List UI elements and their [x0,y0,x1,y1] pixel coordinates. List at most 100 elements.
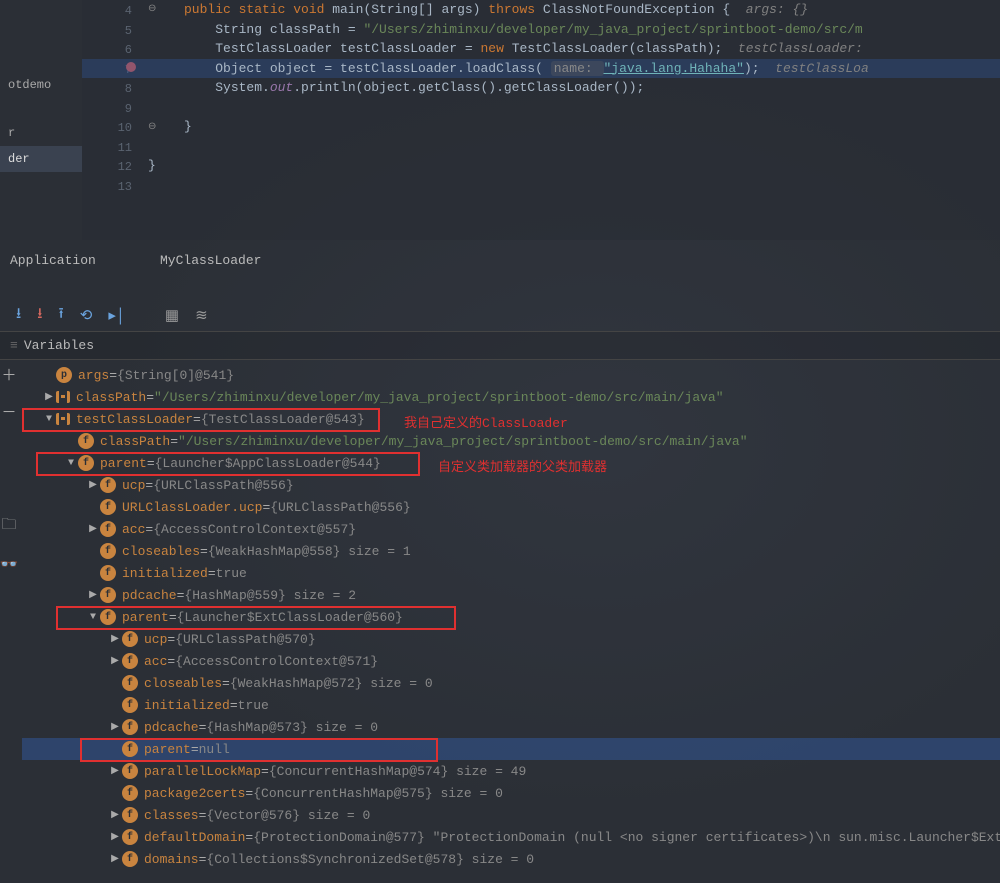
variable-value: {Launcher$ExtClassLoader@560} [177,610,403,625]
variable-row[interactable]: ▶classPath = "/Users/zhiminxu/developer/… [22,386,1000,408]
variable-name: classes [144,808,199,823]
chevron-right-icon[interactable]: ▶ [108,809,122,821]
calculator-icon[interactable]: ▦ [165,306,179,325]
tab-myclassloader[interactable]: MyClassLoader [160,253,261,268]
field-icon: f [122,675,138,691]
variable-value: {ConcurrentHashMap@575} size = 0 [253,786,503,801]
variable-name: acc [144,654,167,669]
param-icon: p [56,367,72,383]
variable-value: {URLClassPath@556} [153,478,293,493]
variable-name: classPath [100,434,170,449]
chevron-right-icon[interactable]: ▶ [108,831,122,843]
chevron-down-icon[interactable]: ▼ [64,458,78,469]
field-icon: f [100,521,116,537]
variable-row[interactable]: ▶fdefaultDomain = {ProtectionDomain@577}… [22,826,1000,848]
chevron-right-icon[interactable]: ▶ [108,853,122,865]
sidebar-item-selected[interactable]: der [0,146,82,172]
chevron-right-icon[interactable]: ▶ [108,765,122,777]
variable-value: {AccessControlContext@557} [153,522,356,537]
code-editor[interactable]: 4567 891011 1213 ⊖ ⊖ public static void … [82,0,1000,240]
variable-value: "/Users/zhiminxu/developer/my_java_proje… [154,390,724,405]
variable-row[interactable]: ▶fcloseables = {WeakHashMap@558} size = … [22,540,1000,562]
plus-icon[interactable]: ＋ [1,364,16,385]
marker-icon[interactable]: 🗀 [1,514,16,539]
fold-icon[interactable]: ⊖ [148,3,156,15]
variable-name: initialized [122,566,208,581]
variable-name: pdcache [122,588,177,603]
variable-name: closeables [144,676,222,691]
variable-row[interactable]: ▶fparallelLockMap = {ConcurrentHashMap@5… [22,760,1000,782]
field-icon: f [122,785,138,801]
reload-icon[interactable]: ⟲ [80,306,93,325]
variable-name: parallelLockMap [144,764,261,779]
variable-row[interactable]: ▶fURLClassLoader.ucp = {URLClassPath@556… [22,496,1000,518]
upload-icon[interactable]: ⭱ [59,303,64,328]
chevron-right-icon[interactable]: ▶ [86,479,100,491]
variable-name: acc [122,522,145,537]
variable-value: "/Users/zhiminxu/developer/my_java_proje… [178,434,748,449]
variable-name: domains [144,852,199,867]
variable-value: null [199,742,230,757]
variable-name: closeables [122,544,200,559]
variable-row[interactable]: ▼fparent = {Launcher$ExtClassLoader@560} [22,606,1000,628]
left-icon-bar: ＋ － 🗀 👓 [0,364,20,574]
chevron-down-icon[interactable]: ▼ [86,612,100,623]
download-icon[interactable]: ⭳ [16,303,21,328]
variable-value: {WeakHashMap@558} size = 1 [208,544,411,559]
variables-icon: ≡ [10,338,18,353]
variable-value: {URLClassPath@570} [175,632,315,647]
sidebar-item[interactable]: otdemo [0,72,82,98]
variable-row[interactable]: ▶fpackage2certs = {ConcurrentHashMap@575… [22,782,1000,804]
variable-name: classPath [76,390,146,405]
variable-row[interactable]: ▶facc = {AccessControlContext@557} [22,518,1000,540]
chevron-right-icon[interactable]: ▶ [108,633,122,645]
variable-row[interactable]: ▶fcloseables = {WeakHashMap@572} size = … [22,672,1000,694]
chevron-right-icon[interactable]: ▶ [86,589,100,601]
variable-row[interactable]: ▶facc = {AccessControlContext@571} [22,650,1000,672]
variable-value: {HashMap@573} size = 0 [206,720,378,735]
minus-icon[interactable]: － [1,401,16,422]
field-icon: f [122,719,138,735]
field-icon: f [122,653,138,669]
chevron-right-icon[interactable]: ▶ [108,721,122,733]
variable-row[interactable]: ▶pargs = {String[0]@541} [22,364,1000,386]
field-icon: f [100,609,116,625]
fold-icon[interactable]: ⊖ [148,121,156,133]
variable-row[interactable]: ▶fparent = null [22,738,1000,760]
tab-application[interactable]: Application [10,253,160,268]
variable-value: {AccessControlContext@571} [175,654,378,669]
variable-row[interactable]: ▶fpdcache = {HashMap@559} size = 2 [22,584,1000,606]
step-cursor-icon[interactable]: ▸│ [108,306,125,325]
variable-value: true [216,566,247,581]
chevron-right-icon[interactable]: ▶ [108,655,122,667]
variable-value: {ProtectionDomain@577} "ProtectionDomain… [253,830,1000,845]
code-lines[interactable]: public static void main(String[] args) t… [184,0,1000,176]
variable-row[interactable]: ▶fucp = {URLClassPath@570} [22,628,1000,650]
chevron-right-icon[interactable]: ▶ [42,391,56,403]
variable-value: {URLClassPath@556} [270,500,410,515]
field-icon: f [100,587,116,603]
variable-row[interactable]: ▶fclassPath = "/Users/zhiminxu/developer… [22,430,1000,452]
settings-icon[interactable]: ≋ [195,306,208,325]
variable-value: {HashMap@559} size = 2 [184,588,356,603]
variable-row[interactable]: ▶finitialized = true [22,694,1000,716]
variable-value: {Launcher$AppClassLoader@544} [155,456,381,471]
field-icon: f [122,807,138,823]
annotation-label: 自定义类加载器的父类加载器 [438,456,607,475]
variable-row[interactable]: ▶fclasses = {Vector@576} size = 0 [22,804,1000,826]
variable-row[interactable]: ▶fucp = {URLClassPath@556} [22,474,1000,496]
download-red-icon[interactable]: ⭳ [37,303,42,328]
variable-name: ucp [122,478,145,493]
variables-tree[interactable]: ▶pargs = {String[0]@541}▶classPath = "/U… [22,360,1000,870]
chevron-down-icon[interactable]: ▼ [42,414,56,425]
variable-value: {TestClassLoader@543} [201,412,365,427]
field-icon: f [78,433,94,449]
variable-row[interactable]: ▶fpdcache = {HashMap@573} size = 0 [22,716,1000,738]
field-icon: f [100,499,116,515]
sidebar-item[interactable]: r [0,120,82,146]
chevron-right-icon[interactable]: ▶ [86,523,100,535]
variable-row[interactable]: ▶fdomains = {Collections$SynchronizedSet… [22,848,1000,870]
variable-name: defaultDomain [144,830,245,845]
variable-row[interactable]: ▶finitialized = true [22,562,1000,584]
glasses-icon[interactable]: 👓 [0,555,18,574]
